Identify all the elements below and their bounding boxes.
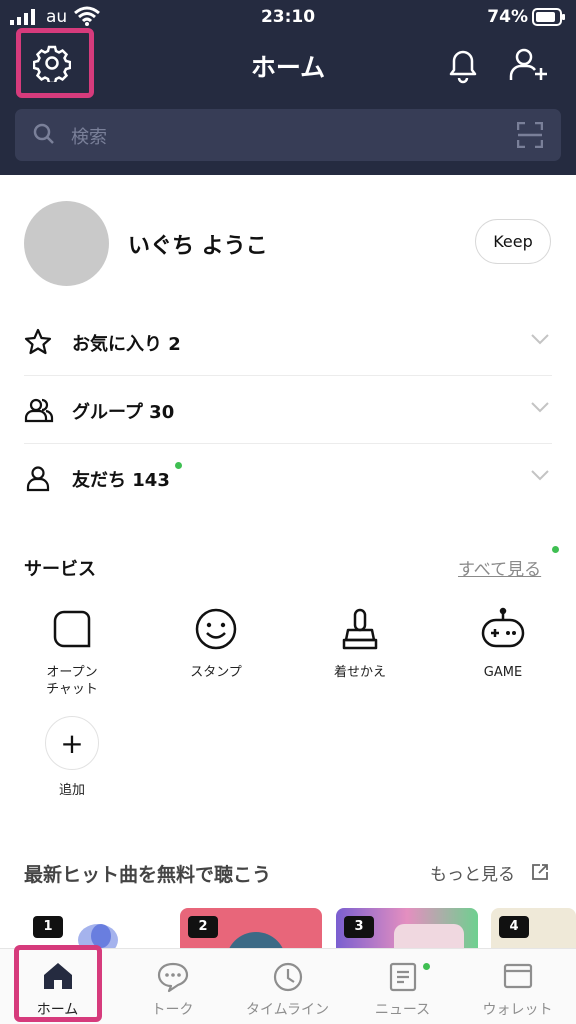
open-chat-icon <box>53 610 91 648</box>
friends-row[interactable]: 友だち 143 <box>24 444 552 512</box>
group-icon <box>24 398 54 423</box>
keep-button[interactable]: Keep <box>475 219 551 264</box>
favorites-label: お気に入り 2 <box>72 334 181 355</box>
service-open-chat[interactable]: オープン チャット <box>17 604 127 698</box>
friends-label: 友だち 143 <box>72 470 170 491</box>
services-title: サービス <box>24 559 96 580</box>
new-badge-dot <box>552 546 559 553</box>
music-card[interactable]: 2 <box>180 908 322 950</box>
service-stamp[interactable]: スタンプ <box>161 604 271 681</box>
star-icon <box>24 328 52 355</box>
tab-label: トーク <box>151 1002 194 1018</box>
rank-badge: 3 <box>344 916 374 938</box>
new-badge-dot <box>423 963 430 970</box>
add-friend-icon[interactable] <box>508 46 550 84</box>
groups-row[interactable]: グループ 30 <box>24 376 552 444</box>
page-title: ホーム <box>250 53 326 82</box>
tab-label: タイムライン <box>245 1002 330 1018</box>
service-theme[interactable]: 着せかえ <box>305 604 415 681</box>
plus-icon: + <box>45 716 99 770</box>
more-link[interactable]: もっと見る <box>430 860 515 885</box>
service-label: GAME <box>483 665 523 680</box>
qr-scan-icon[interactable] <box>517 122 543 148</box>
album-art <box>394 924 464 950</box>
chevron-down-icon <box>531 470 549 481</box>
service-label: スタンプ <box>190 665 242 680</box>
wallet-icon <box>503 963 532 989</box>
service-add[interactable]: + 追加 <box>17 716 127 799</box>
battery-icon <box>532 8 565 26</box>
chevron-down-icon <box>531 334 549 345</box>
news-icon <box>389 962 416 992</box>
tab-talk[interactable]: トーク <box>115 949 230 1024</box>
tab-label: ウォレット <box>482 1002 553 1018</box>
home-tab-highlight-box <box>14 945 102 1022</box>
search-icon <box>33 123 54 144</box>
service-game[interactable]: GAME <box>448 604 558 681</box>
rank-badge: 1 <box>33 916 63 938</box>
search-placeholder: 検索 <box>71 127 107 148</box>
tab-timeline[interactable]: タイムライン <box>230 949 345 1024</box>
gamepad-icon <box>481 607 525 648</box>
music-card[interactable]: 3 <box>336 908 478 950</box>
brush-icon <box>342 608 378 650</box>
header: au 23:10 74% ホーム 検索 <box>0 0 576 175</box>
service-label: 追加 <box>58 783 85 798</box>
new-badge-dot <box>175 462 182 469</box>
chevron-down-icon <box>531 402 549 413</box>
battery-percent: 74% <box>487 7 528 27</box>
rank-badge: 2 <box>188 916 218 938</box>
smile-icon <box>195 608 237 650</box>
avatar[interactable] <box>24 201 109 286</box>
tab-news[interactable]: ニュース <box>345 949 460 1024</box>
bell-icon[interactable] <box>445 46 481 84</box>
tab-wallet[interactable]: ウォレット <box>460 949 575 1024</box>
rank-badge: 4 <box>499 916 529 938</box>
profile-name[interactable]: いぐち ようこ <box>128 228 268 260</box>
tab-label: ニュース <box>374 1002 431 1018</box>
person-icon <box>26 466 50 492</box>
external-link-icon <box>532 864 548 880</box>
chat-bubble-icon <box>157 962 188 993</box>
see-all-link[interactable]: すべて見る <box>458 555 541 580</box>
service-label: 着せかえ <box>333 665 386 680</box>
music-card[interactable]: 1 <box>25 908 167 950</box>
clock-icon <box>273 962 302 992</box>
favorites-row[interactable]: お気に入り 2 <box>24 308 552 376</box>
service-label: オープン チャット <box>46 665 98 697</box>
music-section-title: 最新ヒット曲を無料で聴こう <box>24 864 272 886</box>
music-card[interactable]: 4 <box>491 908 576 950</box>
search-bar[interactable]: 検索 <box>15 109 561 161</box>
groups-label: グループ 30 <box>72 402 175 423</box>
